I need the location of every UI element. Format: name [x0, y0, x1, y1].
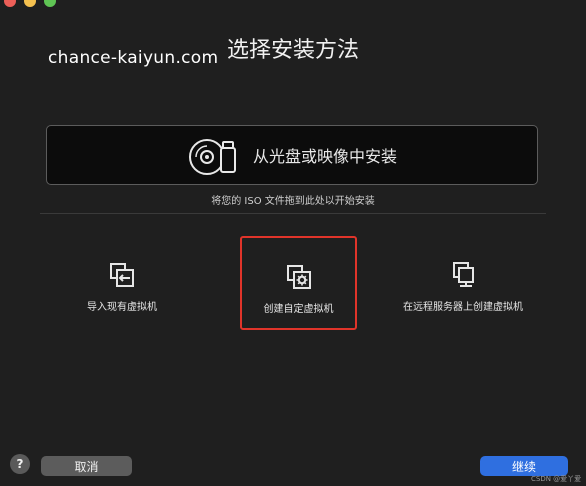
section-divider	[40, 213, 546, 214]
import-vm-icon	[108, 260, 136, 290]
drop-hint-text: 将您的 ISO 文件拖到此处以开始安装	[211, 196, 375, 207]
help-button[interactable]: ?	[10, 454, 30, 474]
disc-usb-icon	[187, 133, 239, 177]
window-controls	[4, 0, 56, 7]
minimize-window-button[interactable]	[24, 0, 36, 7]
import-vm-option[interactable]: 导入现有虚拟机	[42, 236, 202, 330]
custom-vm-option[interactable]: 创建自定虚拟机	[240, 236, 357, 330]
installer-window: chance-kaiyun.com 选择安装方法 从光盘或映像中安装 将您的 I…	[0, 0, 586, 486]
custom-vm-label: 创建自定虚拟机	[263, 304, 334, 315]
remote-server-option[interactable]: 在远程服务器上创建虚拟机	[383, 236, 543, 330]
continue-button[interactable]: 继续	[480, 456, 568, 476]
zoom-window-button[interactable]	[44, 0, 56, 7]
close-window-button[interactable]	[4, 0, 16, 7]
source-credit: CSDN @爱丫爱	[531, 475, 582, 483]
custom-vm-icon	[285, 262, 313, 292]
cancel-button[interactable]: 取消	[41, 456, 132, 476]
page-title: 选择安装方法	[226, 38, 359, 63]
import-vm-label: 导入现有虚拟机	[87, 302, 157, 313]
remote-server-icon	[449, 260, 477, 290]
remote-server-label: 在远程服务器上创建虚拟机	[403, 302, 523, 313]
disc-image-drop-zone[interactable]: 从光盘或映像中安装	[46, 125, 538, 185]
disc-install-label: 从光盘或映像中安装	[252, 147, 397, 166]
